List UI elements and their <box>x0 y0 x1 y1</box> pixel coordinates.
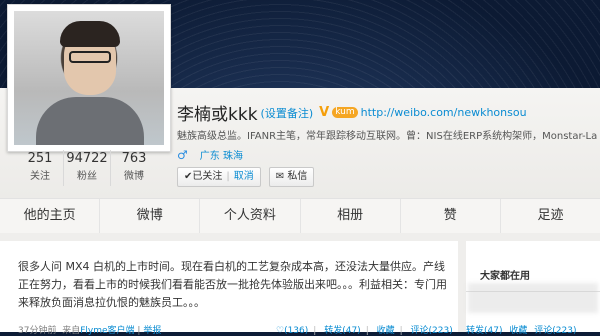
profile-buttons: ✔ 已关注 | 取消 ✉ 私信 <box>177 167 315 187</box>
profile-nav-tabs: 他的主页 微博 个人资料 相册 赞 足迹 <box>0 198 600 234</box>
tab-home[interactable]: 他的主页 <box>0 199 101 233</box>
stat-followers-label: 粉丝 <box>77 171 97 182</box>
sidebar-favorite-button[interactable]: 收藏 <box>509 326 527 336</box>
homepage-link[interactable]: http://weibo.com/newkhonsou <box>361 106 527 119</box>
stat-posts[interactable]: 763 微博 <box>111 150 157 186</box>
location-link[interactable]: 广东 珠海 <box>200 147 243 162</box>
unfollow-link[interactable]: 取消 <box>234 168 254 186</box>
post-actions: ♡(136) | 转发(47) | 收藏 | 评论(223) <box>276 323 458 336</box>
favorite-button[interactable]: 收藏 <box>377 326 395 336</box>
profile-bio: 魅族高级总监。IFANR主笔，常年跟踪移动互联网。曾：NIS在线ERP系统构架师… <box>177 131 597 142</box>
profile-stats: 251 关注 94722 粉丝 763 微博 <box>17 150 157 186</box>
verified-icon: V <box>319 105 330 120</box>
tab-footprints[interactable]: 足迹 <box>501 199 600 233</box>
repost-button[interactable]: 转发(47) <box>324 326 360 336</box>
male-gender-icon: ♂ <box>177 147 188 162</box>
sidebar-post-actions: 转发(47) 收藏 评论(223) <box>466 323 580 336</box>
profile-name-row: 李楠或kkk (设置备注) V kum http://weibo.com/new… <box>177 100 527 125</box>
sidebar-comment-button[interactable]: 评论(223) <box>534 326 576 336</box>
action-divider: | <box>365 326 369 336</box>
avatar-hair-shape <box>60 21 120 47</box>
vip-badge-icon[interactable]: kum <box>332 107 358 118</box>
avatar-glasses-shape <box>69 51 111 63</box>
message-label: 私信 <box>287 171 308 182</box>
report-link[interactable]: 举报 <box>143 326 161 336</box>
profile-meta: ♂ 广东 珠海 <box>177 147 243 163</box>
button-divider: | <box>226 171 230 182</box>
stat-following-label: 关注 <box>30 171 50 182</box>
action-divider: | <box>313 326 317 336</box>
check-icon: ✔ <box>184 171 193 182</box>
tab-likes[interactable]: 赞 <box>401 199 501 233</box>
post-text: 很多人问 MX4 白机的上市时间。现在看白机的工艺复杂成本高，还没法大量供应。产… <box>18 260 447 309</box>
tab-album[interactable]: 相册 <box>301 199 401 233</box>
stat-following-count: 251 <box>27 151 53 166</box>
profile-name: 李楠或kkk <box>177 105 258 125</box>
tab-profile-info[interactable]: 个人资料 <box>200 199 301 233</box>
sidebar-repost-button[interactable]: 转发(47) <box>466 326 502 336</box>
message-button[interactable]: ✉ 私信 <box>268 167 315 187</box>
set-remark-link[interactable]: (设置备注) <box>261 105 314 121</box>
avatar-frame <box>7 4 171 152</box>
comment-button[interactable]: 评论(223) <box>411 326 453 336</box>
stat-followers[interactable]: 94722 粉丝 <box>64 150 111 186</box>
stat-followers-count: 94722 <box>66 151 108 166</box>
post-source-prefix: 来自 <box>62 326 81 336</box>
meta-divider: | <box>137 326 141 336</box>
action-divider: | <box>399 326 403 336</box>
weibo-post: 很多人问 MX4 白机的上市时间。现在看白机的工艺复杂成本高，还没法大量供应。产… <box>0 241 458 336</box>
post-source-link[interactable]: Flyme客户端 <box>80 326 134 336</box>
stat-following[interactable]: 251 关注 <box>17 150 64 186</box>
avatar-body-shape <box>36 97 144 145</box>
sidebar-title: 大家都在用 <box>480 271 530 282</box>
follow-status-button[interactable]: ✔ 已关注 | 取消 <box>177 167 261 187</box>
like-button[interactable]: ♡(136) <box>276 326 308 336</box>
watermark-overlay <box>468 283 598 313</box>
tab-weibo[interactable]: 微博 <box>100 199 201 233</box>
post-time[interactable]: 37分钟前 <box>18 326 56 336</box>
stat-posts-label: 微博 <box>124 171 144 182</box>
followed-label: 已关注 <box>192 171 223 182</box>
content-area: 很多人问 MX4 白机的上市时间。现在看白机的工艺复杂成本高，还没法大量供应。产… <box>0 233 600 336</box>
stat-posts-count: 763 <box>121 151 147 166</box>
post-meta: 37分钟前 来自Flyme客户端 | 举报 <box>18 323 161 336</box>
avatar[interactable] <box>14 11 164 145</box>
envelope-icon: ✉ <box>275 171 285 182</box>
